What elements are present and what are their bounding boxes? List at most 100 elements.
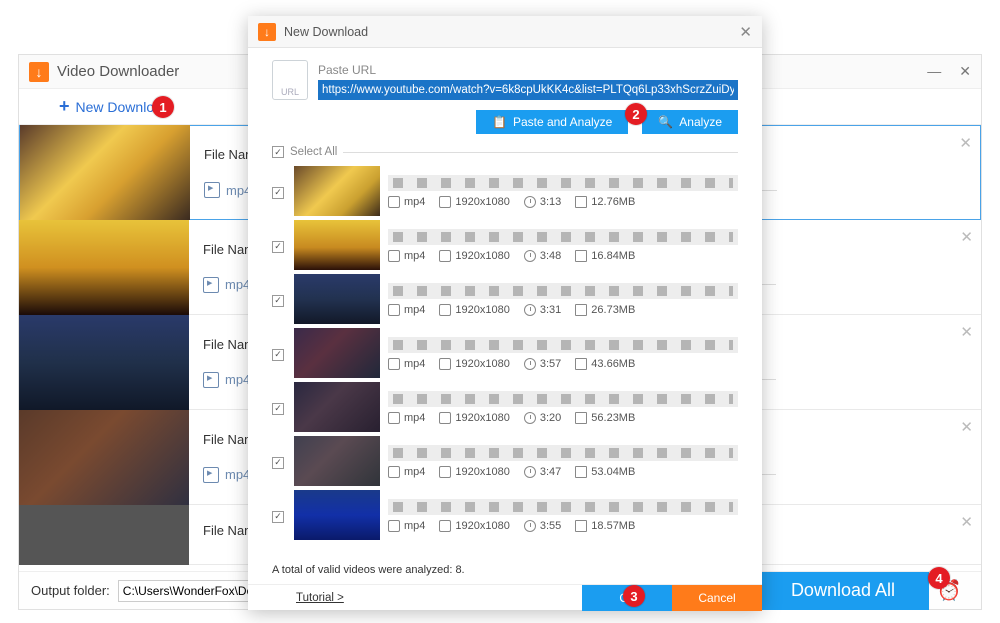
row-close-button[interactable]: ✕ xyxy=(959,134,972,152)
result-checkbox[interactable] xyxy=(272,511,284,523)
row-close-button[interactable]: ✕ xyxy=(960,228,973,246)
format-text: mp4 xyxy=(225,372,250,387)
result-duration: 3:31 xyxy=(540,304,561,316)
result-resolution: 1920x1080 xyxy=(455,304,509,316)
url-input[interactable] xyxy=(318,80,738,100)
cancel-button[interactable]: Cancel xyxy=(672,585,762,611)
result-thumbnail xyxy=(294,382,380,432)
video-format-icon xyxy=(203,277,219,293)
search-icon: 🔍 xyxy=(658,115,673,129)
analysis-summary: A total of valid videos were analyzed: 8… xyxy=(272,564,738,576)
result-checkbox[interactable] xyxy=(272,403,284,415)
select-all-checkbox[interactable] xyxy=(272,146,284,158)
row-close-button[interactable]: ✕ xyxy=(960,323,973,341)
format-text: mp4 xyxy=(225,277,250,292)
resolution-icon xyxy=(439,466,451,478)
result-title-redacted xyxy=(388,499,738,515)
clipboard-search-icon: 📋 xyxy=(492,115,507,129)
new-download-button[interactable]: + New Download xyxy=(19,96,210,117)
close-button[interactable]: ✕ xyxy=(959,63,971,80)
result-resolution: 1920x1080 xyxy=(455,466,509,478)
paste-url-label: Paste URL xyxy=(318,63,738,77)
result-checkbox[interactable] xyxy=(272,241,284,253)
callout-badge-2: 2 xyxy=(625,103,647,125)
result-title-redacted xyxy=(388,445,738,461)
result-row[interactable]: mp4 1920x1080 3:47 53.04MB xyxy=(272,434,738,488)
tutorial-link[interactable]: Tutorial > xyxy=(248,592,344,604)
resolution-icon xyxy=(439,250,451,262)
result-checkbox[interactable] xyxy=(272,187,284,199)
result-resolution: 1920x1080 xyxy=(455,250,509,262)
result-format: mp4 xyxy=(404,304,425,316)
result-checkbox[interactable] xyxy=(272,457,284,469)
folder-icon xyxy=(575,250,587,262)
video-format-icon xyxy=(204,182,220,198)
result-format: mp4 xyxy=(404,196,425,208)
result-size: 43.66MB xyxy=(591,358,635,370)
result-resolution: 1920x1080 xyxy=(455,358,509,370)
callout-badge-1: 1 xyxy=(152,96,174,118)
result-checkbox[interactable] xyxy=(272,349,284,361)
result-format: mp4 xyxy=(404,250,425,262)
result-row[interactable]: mp4 1920x1080 3:31 26.73MB xyxy=(272,272,738,326)
row-close-button[interactable]: ✕ xyxy=(960,513,973,531)
thumbnail xyxy=(19,315,189,410)
result-resolution: 1920x1080 xyxy=(455,520,509,532)
result-duration: 3:57 xyxy=(540,358,561,370)
result-thumbnail xyxy=(294,328,380,378)
thumbnail xyxy=(20,125,190,220)
result-duration: 3:13 xyxy=(540,196,561,208)
format-icon xyxy=(388,196,400,208)
dialog-footer: Tutorial > Ok Cancel xyxy=(248,584,762,610)
result-format: mp4 xyxy=(404,412,425,424)
result-size: 53.04MB xyxy=(591,466,635,478)
video-format-icon xyxy=(203,467,219,483)
paste-and-analyze-button[interactable]: 📋 Paste and Analyze xyxy=(476,110,628,134)
minimize-button[interactable]: — xyxy=(927,63,941,80)
result-row[interactable]: mp4 1920x1080 3:57 43.66MB xyxy=(272,326,738,380)
resolution-icon xyxy=(439,196,451,208)
format-text: mp4 xyxy=(225,467,250,482)
download-all-button[interactable]: Download All xyxy=(757,572,929,610)
result-title-redacted xyxy=(388,391,738,407)
select-all-label: Select All xyxy=(290,146,337,158)
clock-icon xyxy=(524,466,536,478)
result-duration: 3:20 xyxy=(540,412,561,424)
result-duration: 3:48 xyxy=(540,250,561,262)
result-row[interactable]: mp4 1920x1080 3:55 18.57MB xyxy=(272,488,738,542)
result-row[interactable]: mp41920x10803:2056.23MB xyxy=(272,380,738,434)
callout-badge-4: 4 xyxy=(928,567,950,589)
result-format: mp4 xyxy=(404,520,425,532)
app-logo-icon: ↓ xyxy=(29,62,49,82)
paste-analyze-label: Paste and Analyze xyxy=(513,115,612,129)
result-duration: 3:47 xyxy=(540,466,561,478)
dialog-close-button[interactable]: ✕ xyxy=(739,23,752,41)
dialog-titlebar: ↓ New Download ✕ xyxy=(248,16,762,48)
row-close-button[interactable]: ✕ xyxy=(960,418,973,436)
result-thumbnail xyxy=(294,436,380,486)
folder-icon xyxy=(575,412,587,424)
result-checkbox[interactable] xyxy=(272,295,284,307)
new-download-dialog: ↓ New Download ✕ URL Paste URL 📋Paste an… xyxy=(248,16,762,610)
result-resolution: 1920x1080 xyxy=(455,196,509,208)
result-thumbnail xyxy=(294,274,380,324)
folder-icon xyxy=(575,466,587,478)
analyze-button[interactable]: 🔍Analyze xyxy=(642,110,738,134)
format-icon xyxy=(388,304,400,316)
result-size: 18.57MB xyxy=(591,520,635,532)
output-folder-label: Output folder: xyxy=(31,583,110,598)
result-title-redacted xyxy=(388,283,738,299)
result-duration: 3:55 xyxy=(540,520,561,532)
result-row[interactable]: mp41920x10803:4816.84MB xyxy=(272,218,738,272)
folder-icon xyxy=(575,520,587,532)
dialog-title: New Download xyxy=(284,25,739,39)
result-format: mp4 xyxy=(404,466,425,478)
folder-icon xyxy=(575,304,587,316)
resolution-icon xyxy=(439,304,451,316)
clock-icon xyxy=(524,412,536,424)
result-row[interactable]: mp41920x10803:1312.76MB xyxy=(272,164,738,218)
video-format-icon xyxy=(203,372,219,388)
result-title-redacted xyxy=(388,229,738,245)
result-format: mp4 xyxy=(404,358,425,370)
result-size: 26.73MB xyxy=(591,304,635,316)
